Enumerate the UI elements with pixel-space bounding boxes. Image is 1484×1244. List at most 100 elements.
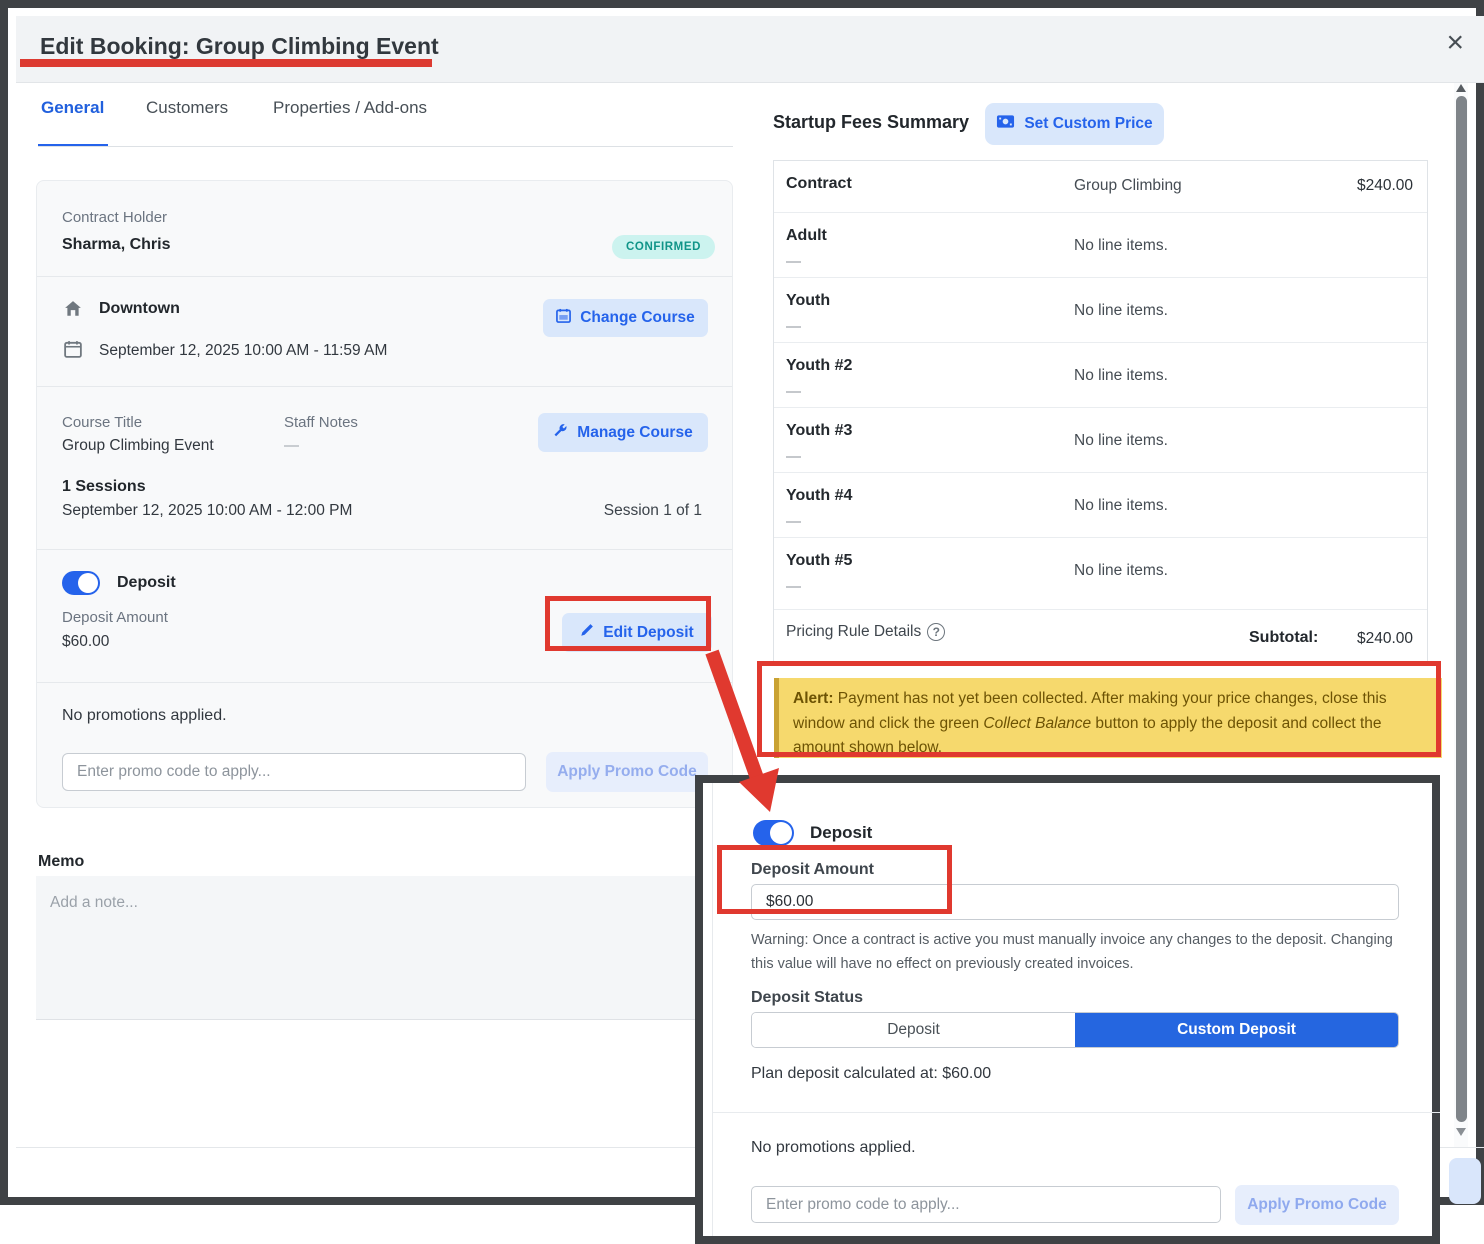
overlay-warning-text: Warning: Once a contract is active you m… — [751, 928, 1401, 976]
course-title-value: Group Climbing Event — [62, 437, 214, 455]
deposit-toggle[interactable] — [62, 571, 100, 595]
deposit-status-option-deposit[interactable]: Deposit — [752, 1013, 1075, 1047]
annotation-title-underline — [20, 59, 432, 67]
overlay-divider — [713, 1112, 1440, 1113]
change-course-label: Change Course — [580, 309, 695, 327]
overlay-deposit-toggle[interactable] — [753, 820, 794, 846]
overlay-deposit-amount-input[interactable] — [751, 884, 1399, 920]
edit-deposit-label: Edit Deposit — [603, 624, 693, 642]
overlay-deposit-amount-label: Deposit Amount — [751, 861, 874, 879]
fee-row-detail: No line items. — [1074, 302, 1168, 320]
alert-italic: Collect Balance — [983, 715, 1091, 732]
apply-promo-code-button[interactable]: Apply Promo Code — [546, 752, 708, 792]
set-custom-price-label: Set Custom Price — [1024, 115, 1152, 133]
staff-notes-label: Staff Notes — [284, 414, 358, 431]
modal-header: Edit Booking: Group Climbing Event × — [16, 16, 1484, 83]
fee-row-detail: No line items. — [1074, 497, 1168, 515]
session-indicator: Session 1 of 1 — [604, 502, 702, 520]
card-divider — [37, 549, 732, 550]
deposit-status-option-custom-deposit[interactable]: Custom Deposit — [1075, 1013, 1398, 1047]
manage-course-button[interactable]: Manage Course — [538, 413, 708, 452]
cash-icon — [996, 114, 1015, 134]
wrench-icon — [553, 423, 568, 443]
deposit-amount-label: Deposit Amount — [62, 609, 168, 626]
promotions-status-text: No promotions applied. — [62, 707, 227, 725]
overlay-promo-code-input[interactable] — [751, 1186, 1221, 1223]
tab-properties-addons[interactable]: Properties / Add-ons — [273, 98, 427, 118]
overlay-promotions-text: No promotions applied. — [751, 1139, 916, 1157]
sessions-count: 1 Sessions — [62, 478, 146, 496]
overlay-plan-deposit-text: Plan deposit calculated at: $60.00 — [751, 1065, 991, 1083]
scrollbar-up-arrow-icon[interactable] — [1456, 84, 1466, 92]
pencil-icon — [580, 623, 594, 642]
close-icon[interactable]: × — [1446, 28, 1464, 58]
modal-title: Edit Booking: Group Climbing Event — [40, 33, 439, 60]
fee-row-label: Contract — [786, 175, 852, 193]
fee-row-detail: No line items. — [1074, 237, 1168, 255]
card-divider — [37, 276, 732, 277]
memo-input[interactable]: Add a note... — [36, 876, 733, 1020]
fees-table: Contract Group Climbing $240.00 Adult — … — [773, 160, 1428, 663]
calendar-icon — [556, 308, 571, 328]
fee-row-contract: Contract Group Climbing $240.00 — [774, 161, 1427, 213]
overlay-card-edge — [712, 783, 713, 1236]
calendar-icon — [64, 340, 82, 363]
fee-row-detail: No line items. — [1074, 432, 1168, 450]
contract-holder-label: Contract Holder — [62, 209, 167, 226]
fees-footer: Pricing Rule Details ? Subtotal: $240.00 — [774, 610, 1427, 657]
course-title-label: Course Title — [62, 414, 142, 431]
footer-button-partial[interactable] — [1449, 1158, 1481, 1204]
subtotal-label: Subtotal: — [1249, 629, 1318, 647]
pricing-rule-details[interactable]: Pricing Rule Details ? — [786, 623, 945, 641]
fee-row-dash: — — [786, 513, 801, 530]
tab-customers[interactable]: Customers — [146, 98, 228, 118]
deposit-toggle-label: Deposit — [117, 574, 176, 592]
alert-message: Alert: Payment has not yet been collecte… — [774, 678, 1442, 758]
fee-row-label: Youth #2 — [786, 357, 852, 375]
fee-row-label: Youth — [786, 292, 830, 310]
memo-label: Memo — [38, 853, 84, 871]
fee-row-dash: — — [786, 318, 801, 335]
change-course-button[interactable]: Change Course — [543, 299, 708, 337]
deposit-status-segmented-control: Deposit Custom Deposit — [751, 1012, 1399, 1048]
fees-panel-title: Startup Fees Summary — [773, 112, 969, 133]
fee-row-youth4: Youth #4 — No line items. — [774, 473, 1427, 538]
overlay-deposit-status-label: Deposit Status — [751, 989, 863, 1007]
fee-row-adult: Adult — No line items. — [774, 213, 1427, 278]
fee-row-detail: No line items. — [1074, 367, 1168, 385]
set-custom-price-button[interactable]: Set Custom Price — [985, 103, 1164, 145]
fee-row-label: Adult — [786, 227, 827, 245]
fee-row-dash: — — [786, 578, 801, 595]
fee-row-dash: — — [786, 448, 801, 465]
toggle-knob — [78, 573, 98, 593]
tab-divider — [38, 146, 733, 147]
fee-row-label: Youth #5 — [786, 552, 852, 570]
fee-row-youth3: Youth #3 — No line items. — [774, 408, 1427, 473]
scrollbar-thumb[interactable] — [1456, 96, 1467, 1122]
fee-row-youth: Youth — No line items. — [774, 278, 1427, 343]
fee-row-amount: $240.00 — [1357, 177, 1413, 195]
edit-deposit-button[interactable]: Edit Deposit — [562, 613, 712, 652]
booking-card: Contract Holder Sharma, Chris CONFIRMED … — [36, 180, 733, 808]
session-datetime: September 12, 2025 10:00 AM - 12:00 PM — [62, 502, 352, 520]
scrollbar-down-arrow-icon[interactable] — [1456, 1128, 1466, 1136]
fee-row-label: Youth #3 — [786, 422, 852, 440]
manage-course-label: Manage Course — [577, 424, 692, 442]
screenshot-root: Edit Booking: Group Climbing Event × Gen… — [0, 0, 1484, 1244]
overlay-deposit-label: Deposit — [810, 823, 872, 843]
home-icon — [64, 300, 82, 323]
pricing-rule-label: Pricing Rule Details — [786, 623, 921, 641]
fee-row-detail: No line items. — [1074, 562, 1168, 580]
fee-row-detail: Group Climbing — [1074, 177, 1182, 195]
fee-row-dash: — — [786, 383, 801, 400]
fee-row-dash: — — [786, 253, 801, 270]
fee-row-youth2: Youth #2 — No line items. — [774, 343, 1427, 408]
contract-holder-name: Sharma, Chris — [62, 236, 170, 254]
overlay-apply-promo-code-button[interactable]: Apply Promo Code — [1235, 1185, 1399, 1225]
status-badge: CONFIRMED — [612, 235, 715, 259]
tab-general[interactable]: General — [41, 98, 104, 118]
promo-code-input[interactable] — [62, 753, 526, 791]
help-icon[interactable]: ? — [927, 623, 945, 641]
deposit-amount-value: $60.00 — [62, 633, 109, 651]
card-divider — [37, 386, 732, 387]
